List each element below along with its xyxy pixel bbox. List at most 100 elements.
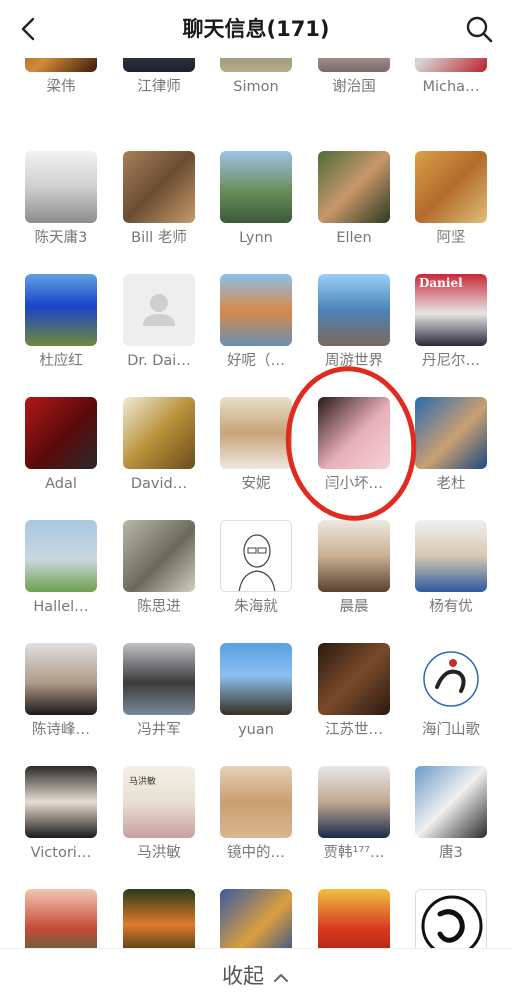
member-avatar [25,151,97,223]
avatar-badge-text: Daniel [419,276,463,290]
member-avatar [415,151,487,223]
chevron-up-icon [274,974,288,982]
member-avatar [318,766,390,838]
member-avatar [318,520,390,592]
member-cell[interactable]: 江苏世… [318,643,390,739]
member-cell[interactable]: 马洪敏 马洪敏 [123,766,195,862]
seal-logo-icon [421,895,483,948]
member-cell[interactable]: 陈诗峰… [25,643,97,739]
member-name: Ellen [336,230,372,246]
member-name: 谢治国 [332,79,376,95]
member-cell[interactable]: 闫小坏… [318,397,390,493]
default-avatar-icon [143,294,175,326]
avatar-badge-text: 马洪敏 [129,777,157,787]
member-avatar [415,397,487,469]
member-cell[interactable]: 唐3 [415,766,487,862]
member-avatar [415,520,487,592]
member-avatar [25,397,97,469]
member-cell[interactable] [415,889,487,948]
member-cell[interactable]: 贾韩¹⁷⁷… [318,766,390,862]
member-cell[interactable] [318,889,390,948]
member-cell[interactable]: 冯井军 [123,643,195,739]
member-name: 江苏世… [325,722,383,738]
member-name: 朱海就 [234,599,278,615]
member-avatar [220,643,292,715]
member-avatar [318,643,390,715]
member-grid-inner: 梁伟 江律师 Simon 谢治国 Micha… 陈天庸3 Bill 老师 Lynn Ellen 阿… [0,0,512,948]
member-cell[interactable]: 陈天庸3 [25,151,97,247]
member-cell[interactable]: Adal [25,397,97,493]
footer-bar: 收起 [0,948,512,1000]
member-name: Micha… [422,79,480,95]
top-bar: 聊天信息(171) [0,0,512,58]
member-name: 陈诗峰… [32,722,90,738]
member-name: 好呢（… [227,353,285,369]
member-row: Victori… 马洪敏 马洪敏 镜中的… 贾韩¹⁷⁷… 唐3 [0,766,512,889]
member-name: 唐3 [439,845,463,861]
member-name: 马洪敏 [137,845,181,861]
member-cell[interactable]: David… [123,397,195,493]
member-avatar [318,889,390,948]
member-name: 丹尼尔… [422,353,480,369]
member-avatar [25,766,97,838]
member-row: 杜应红 Dr. Dai… 好呢（… 周游世界 Daniel 丹尼尔… [0,274,512,397]
member-cell[interactable]: 好呢（… [220,274,292,370]
member-avatar [25,889,97,948]
member-cell[interactable]: Dr. Dai… [123,274,195,370]
member-cell[interactable] [123,889,195,948]
collapse-label: 收起 [222,964,264,988]
member-name: Simon [233,79,279,95]
member-name: Bill 老师 [131,230,187,246]
member-avatar [318,274,390,346]
member-avatar [123,889,195,948]
member-cell[interactable]: Bill 老师 [123,151,195,247]
member-avatar [123,274,195,346]
member-cell[interactable]: 镜中的… [220,766,292,862]
member-avatar [318,397,390,469]
member-cell[interactable]: 安妮 [220,397,292,493]
member-cell[interactable]: Ellen [318,151,390,247]
member-cell[interactable]: 老杜 [415,397,487,493]
member-name: Dr. Dai… [127,353,191,369]
member-cell[interactable] [25,889,97,948]
member-row: Hallel… 陈思进 朱海就 晨晨 杨有优 [0,520,512,643]
member-avatar [415,643,487,715]
member-avatar [25,520,97,592]
member-name: 安妮 [241,476,271,492]
member-avatar [220,766,292,838]
member-cell[interactable] [220,889,292,948]
member-cell[interactable]: 杜应红 [25,274,97,370]
member-avatar: 马洪敏 [123,766,195,838]
member-avatar [220,520,292,592]
member-cell[interactable]: 陈思进 [123,520,195,616]
member-name: Lynn [239,230,273,246]
member-name: 杜应红 [39,353,83,369]
member-avatar [123,643,195,715]
member-cell[interactable]: 海门山歌 [415,643,487,739]
member-name: David… [130,476,188,492]
member-cell[interactable]: Hallel… [25,520,97,616]
member-avatar: Daniel [415,274,487,346]
member-name: 老杜 [436,476,466,492]
member-avatar [123,397,195,469]
member-row: 陈天庸3 Bill 老师 Lynn Ellen 阿坚 [0,151,512,274]
member-cell[interactable]: 朱海就 [220,520,292,616]
member-cell[interactable]: yuan [220,643,292,739]
member-cell[interactable]: 周游世界 [318,274,390,370]
member-cell[interactable]: Lynn [220,151,292,247]
member-cell[interactable]: Victori… [25,766,97,862]
member-cell[interactable]: Daniel 丹尼尔… [415,274,487,370]
member-avatar [220,274,292,346]
member-avatar [318,151,390,223]
member-name: 陈天庸3 [34,230,88,246]
member-cell[interactable]: 晨晨 [318,520,390,616]
collapse-button[interactable]: 收起 [0,963,512,989]
search-icon[interactable] [464,14,494,44]
member-cell[interactable]: 阿坚 [415,151,487,247]
haimen-logo-icon [423,651,479,707]
member-name: 梁伟 [46,79,76,95]
member-name: yuan [238,722,274,738]
member-name: 闫小坏… [325,476,383,492]
member-avatar [25,274,97,346]
member-cell[interactable]: 杨有优 [415,520,487,616]
